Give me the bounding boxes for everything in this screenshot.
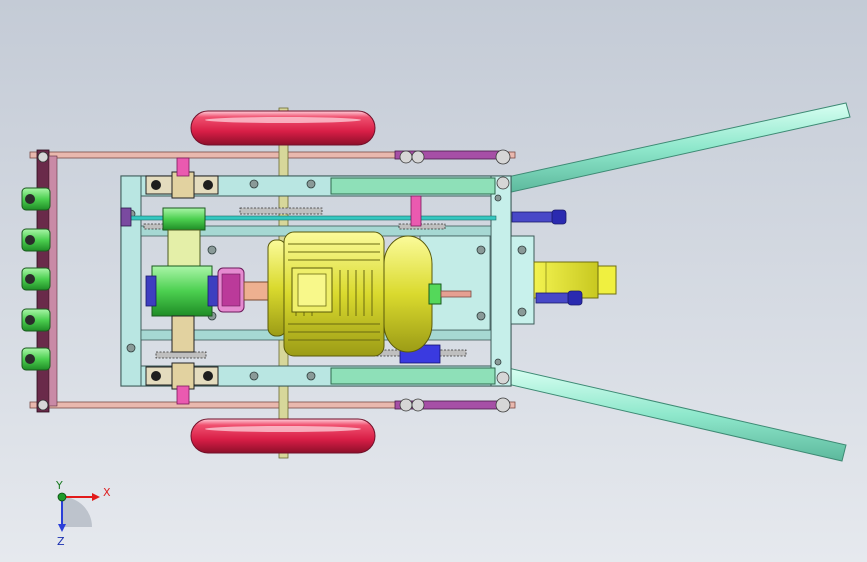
z-axis-label: Z <box>57 535 65 548</box>
y-axis-label: Y <box>55 479 63 492</box>
lever-lower <box>535 290 583 306</box>
machine-assembly-top-view: X Y Z <box>21 102 851 548</box>
frame-brackets <box>120 207 132 227</box>
lever-upper <box>511 209 567 225</box>
rear-plate <box>510 235 535 325</box>
pillow-block-bottom <box>145 362 219 390</box>
cad-viewport[interactable]: X Y Z <box>0 0 867 562</box>
tine-2 <box>21 228 51 252</box>
coordinate-triad: X Y Z <box>55 479 111 548</box>
link-bar-bottom <box>29 400 516 410</box>
handle-lower <box>502 367 847 462</box>
tine-4 <box>21 308 51 332</box>
y-axis-dot <box>57 492 67 502</box>
link-bar-top <box>29 150 516 160</box>
x-axis-label: X <box>103 486 111 499</box>
tine-3 <box>21 267 51 291</box>
tine-1 <box>21 187 51 211</box>
coupling <box>217 267 269 313</box>
wheel-top <box>190 110 376 146</box>
tine-5 <box>21 347 51 371</box>
wheel-bottom <box>190 418 376 454</box>
handle-upper <box>502 102 851 194</box>
